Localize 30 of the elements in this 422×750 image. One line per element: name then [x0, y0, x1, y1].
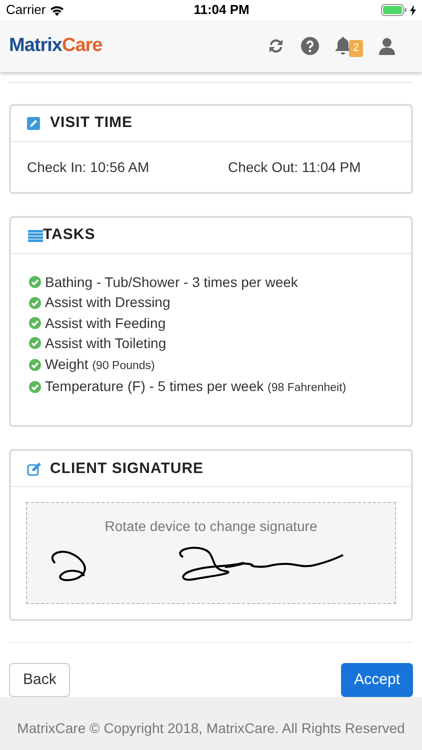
accept-button[interactable]: Accept — [341, 663, 413, 698]
wifi-icon — [50, 4, 64, 16]
carrier-name: Carrier — [6, 1, 46, 20]
back-button[interactable]: Back — [9, 663, 70, 698]
task-text: Assist with Toileting — [45, 334, 166, 354]
app-logo: MatrixCare — [9, 34, 102, 58]
task-text: Weight (90 Pounds) — [45, 354, 155, 374]
copyright-text: MatrixCare © Copyright 2018, MatrixCare. All Rights Reserved — [17, 718, 405, 738]
check-in-time: Check In: 10:56 AM — [27, 158, 150, 176]
task-text: Bathing - Tub/Shower - 3 times per week — [45, 273, 298, 292]
user-icon[interactable] — [379, 38, 395, 54]
edit-icon — [27, 117, 40, 130]
task-text: Temperature (F) - 5 times per week (98 Fahrenheit) — [45, 377, 346, 396]
card-title: VISIT TIME — [50, 113, 133, 134]
notification-badge: 2 — [348, 40, 363, 56]
signature-hint: Rotate device to change signature — [104, 517, 318, 536]
battery-icon — [381, 4, 407, 16]
charging-icon — [410, 4, 416, 16]
task-text: Assist with Dressing — [45, 293, 170, 312]
refresh-icon[interactable] — [266, 37, 285, 55]
task-text: Assist with Feeding — [45, 314, 166, 333]
card-title: CLIENT SIGNATURE — [50, 458, 204, 479]
list-icon — [28, 230, 43, 242]
status-time: 11:04 PM — [194, 1, 250, 20]
card-title: TASKS — [43, 225, 96, 246]
signature-pad[interactable]: Rotate device to change signature — [26, 502, 396, 604]
edit-icon — [27, 462, 42, 476]
help-icon[interactable] — [300, 37, 319, 55]
check-out-time: Check Out: 11:04 PM — [228, 158, 361, 176]
bell-icon[interactable] — [334, 37, 351, 55]
